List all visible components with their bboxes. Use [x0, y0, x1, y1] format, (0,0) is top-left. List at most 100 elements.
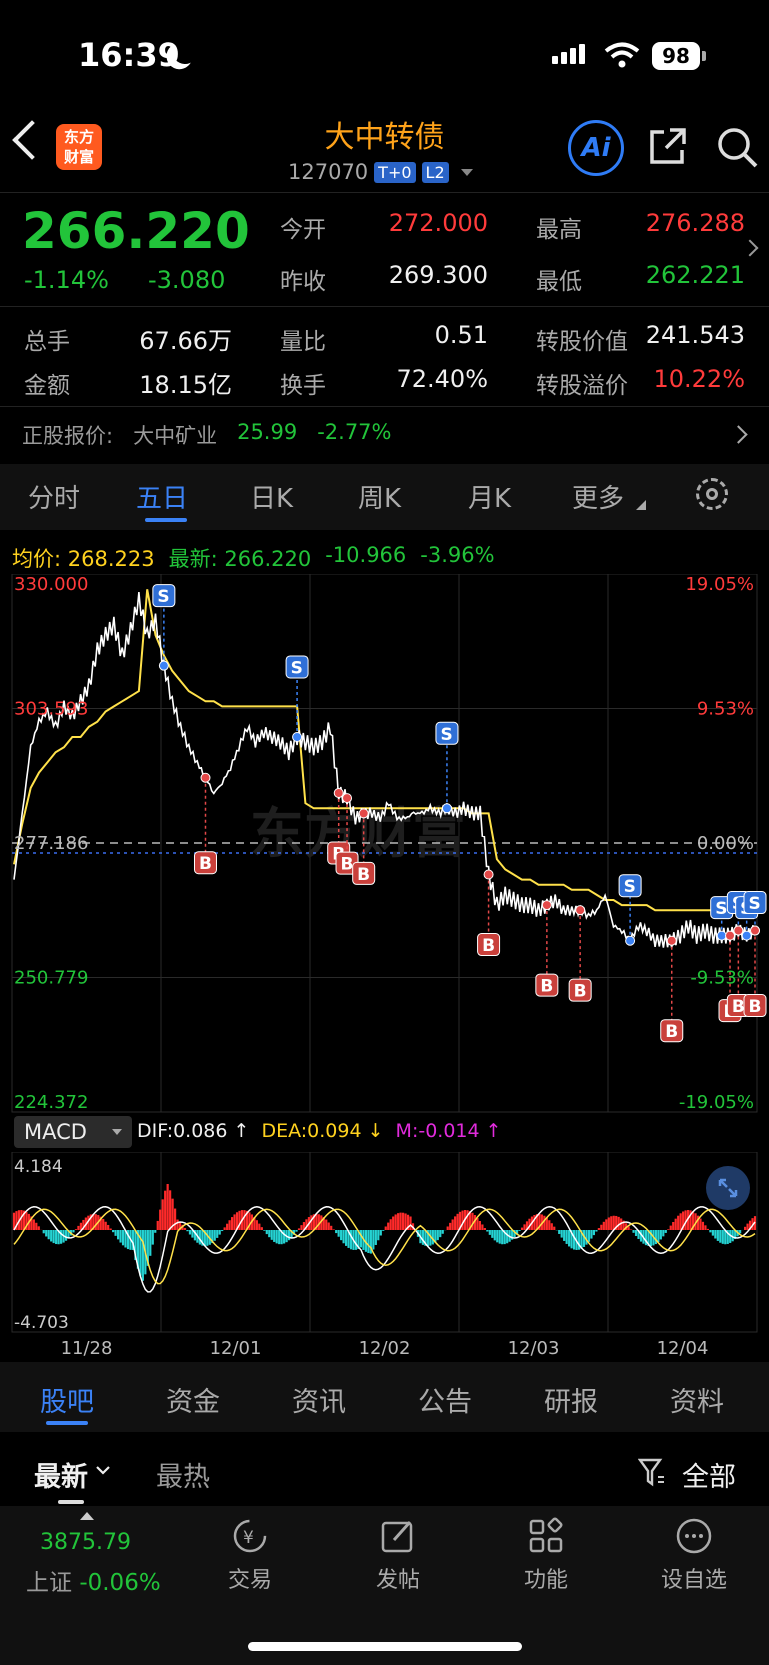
price-line — [13, 592, 756, 949]
y-axis-right-label: -19.05% — [679, 1092, 754, 1113]
latest-value: 266.220 — [224, 547, 312, 571]
low-value: 262.221 — [645, 261, 745, 289]
gear-center — [706, 488, 718, 500]
more-options-icon[interactable] — [674, 1516, 714, 1556]
marker-dot — [358, 808, 369, 819]
sell-marker-label: S — [291, 658, 303, 678]
tab-news[interactable]: 资讯 — [292, 1380, 346, 1419]
filter-icon[interactable] — [638, 1457, 664, 1487]
security-code-row[interactable]: 127070 T+0 L2 — [288, 160, 473, 184]
x-axis-label: 12/03 — [508, 1338, 560, 1359]
active-tab-underline — [145, 518, 187, 522]
high-value: 276.288 — [645, 209, 745, 237]
underlying-stock-row[interactable]: 正股报价: 大中矿业 25.99 -2.77% — [22, 420, 392, 450]
marker-dot — [342, 793, 353, 804]
tab-forum[interactable]: 股吧 — [40, 1380, 94, 1419]
conversion-premium-label: 转股溢价 — [536, 373, 628, 399]
tab-research[interactable]: 研报 — [544, 1380, 598, 1419]
tab-daily-k[interactable]: 日K — [250, 478, 293, 515]
m-value: -0.014 — [418, 1120, 480, 1142]
five-day-price-chart[interactable]: 东方财富 SSSSSSSSBBBBBBBBBBB 330.00019.05%30… — [0, 574, 769, 1114]
underlying-price: 25.99 — [237, 420, 298, 444]
y-axis-right-label: -9.53% — [690, 968, 754, 989]
buy-marker-label: B — [357, 865, 370, 885]
tab-weekly-k[interactable]: 周K — [358, 478, 401, 515]
prev-close-value: 269.300 — [388, 261, 488, 289]
underlying-name: 大中矿业 — [133, 424, 218, 448]
compose-icon[interactable] — [378, 1516, 418, 1556]
share-icon[interactable] — [648, 126, 688, 166]
latest-pct: -3.96% — [420, 543, 495, 567]
prev-close-label: 昨收 — [280, 269, 326, 295]
open-value: 272.000 — [388, 209, 488, 237]
functions-icon[interactable] — [526, 1516, 566, 1556]
marker-dot — [716, 930, 727, 941]
nav-trade[interactable]: 交易 — [200, 1562, 300, 1594]
chevron-right-icon[interactable] — [729, 425, 748, 444]
expand-chart-button[interactable] — [706, 1166, 750, 1210]
avg-label: 均价: — [12, 547, 62, 571]
tab-monthly-k[interactable]: 月K — [468, 478, 511, 515]
high-label: 最高 — [536, 217, 582, 243]
sort-latest[interactable]: 最新 — [34, 1455, 88, 1494]
marker-dot — [666, 935, 677, 946]
dif-line — [13, 1206, 756, 1293]
ai-assistant-button[interactable]: Ai — [568, 120, 624, 176]
index-name: 上证 — [26, 1570, 72, 1596]
tab-announcements[interactable]: 公告 — [418, 1380, 472, 1419]
dea-value: 0.094 — [307, 1120, 362, 1142]
index-value[interactable]: 3875.79 — [40, 1530, 131, 1555]
nav-post[interactable]: 发帖 — [348, 1562, 448, 1594]
tab-profile[interactable]: 资料 — [670, 1380, 724, 1419]
low-label: 最低 — [536, 269, 582, 295]
sell-marker-label: S — [440, 725, 452, 745]
battery-tip — [702, 51, 706, 61]
y-axis-left-label: 330.000 — [14, 574, 88, 595]
conversion-premium-value: 10.22% — [653, 365, 745, 393]
x-axis-label: 11/28 — [61, 1338, 113, 1359]
marker-dot — [333, 788, 344, 799]
marker-dot — [741, 930, 752, 941]
index-row[interactable]: 上证 -0.06% — [26, 1563, 161, 1597]
marker-dot — [725, 930, 736, 941]
underlying-label: 正股报价: — [22, 424, 114, 448]
more-details-icon[interactable] — [741, 239, 759, 257]
latest-change: -10.966 — [325, 543, 407, 567]
tab-capital[interactable]: 资金 — [166, 1380, 220, 1419]
x-axis-label: 12/02 — [359, 1338, 411, 1359]
avg-value: 268.223 — [67, 547, 155, 571]
conversion-value: 241.543 — [645, 321, 745, 349]
sell-marker-label: S — [624, 877, 636, 897]
security-code: 127070 — [288, 160, 369, 184]
nav-watchlist[interactable]: 设自选 — [644, 1562, 744, 1594]
home-indicator — [248, 1642, 522, 1651]
dif-value: 0.086 — [173, 1120, 228, 1142]
y-axis-left-label: 277.186 — [14, 833, 88, 854]
marker-dot — [200, 772, 211, 783]
marker-dot — [158, 660, 169, 671]
filter-all[interactable]: 全部 — [682, 1455, 736, 1494]
trade-icon[interactable]: ¥ — [230, 1516, 270, 1556]
nav-functions[interactable]: 功能 — [496, 1562, 596, 1594]
volume-label: 总手 — [24, 329, 70, 355]
volume-ratio-label: 量比 — [280, 329, 326, 355]
cellular-signal-icon — [552, 44, 585, 64]
last-price: 266.220 — [22, 202, 250, 260]
buy-marker-label: B — [199, 854, 212, 874]
x-axis-label: 12/01 — [210, 1338, 262, 1359]
open-label: 今开 — [280, 217, 326, 243]
chevron-down-icon — [112, 1129, 122, 1135]
tab-five-day[interactable]: 五日 — [136, 478, 188, 515]
status-time: 16:39 — [78, 36, 180, 74]
search-icon[interactable] — [716, 126, 760, 170]
tab-intraday[interactable]: 分时 — [28, 478, 80, 515]
buy-marker-label: B — [732, 997, 745, 1017]
marker-dot — [625, 935, 636, 946]
y-axis-left-label: 250.779 — [14, 968, 88, 989]
marker-dot — [441, 803, 452, 814]
sort-hot[interactable]: 最热 — [156, 1455, 210, 1494]
macd-chart[interactable]: 4.184 -4.703 — [0, 1152, 769, 1334]
turnover-label: 换手 — [280, 373, 326, 399]
tab-more[interactable]: 更多 — [572, 478, 624, 515]
macd-values: DIF:0.086 ↑ DEA:0.094 ↓ M:-0.014 ↑ — [137, 1120, 502, 1142]
